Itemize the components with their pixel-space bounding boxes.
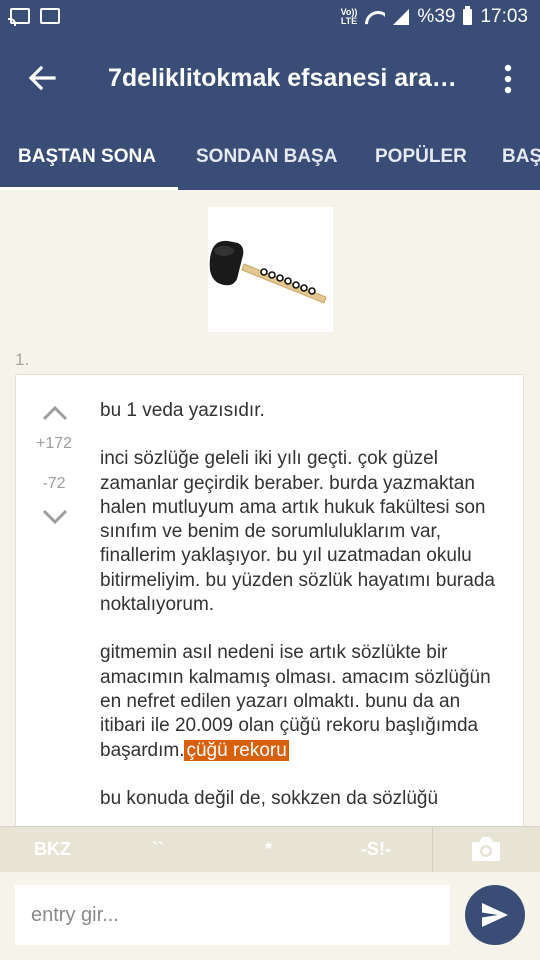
spoiler-button[interactable]: -S!- — [361, 839, 391, 860]
battery-icon — [463, 6, 473, 25]
tab-bas[interactable]: BAŞ — [502, 146, 540, 168]
hammer-icon — [209, 240, 327, 304]
more-options-icon[interactable] — [496, 62, 520, 96]
topic-title: 7deliklitokmak efsanesi araştırması — [108, 64, 468, 92]
entry-paragraph: inci sözlüğe geleli iki yılı geçti. çok … — [100, 448, 495, 616]
upvote-count: +172 — [35, 435, 73, 452]
entry-body: bu 1 veda yazısıdır. inci sözlüğe geleli… — [100, 399, 500, 833]
send-button[interactable] — [465, 885, 525, 945]
backtick-button[interactable]: `` — [152, 839, 164, 860]
entry-number: 1. — [15, 350, 30, 369]
downvote-chevron-icon[interactable] — [42, 509, 68, 525]
topic-image[interactable] — [208, 207, 333, 332]
entry-paragraph: bu 1 veda yazısıdır. — [100, 400, 265, 421]
battery-percent: %39 — [417, 6, 456, 27]
formatting-toolbar: BKZ `` * -S!- — [0, 826, 540, 873]
send-icon — [482, 903, 508, 927]
entry-input[interactable] — [15, 885, 450, 945]
bkz-button[interactable]: BKZ — [34, 839, 71, 860]
entry-paragraph-text: gitmemin asıl nedeni ise artık sözlükte … — [100, 642, 491, 761]
entry-input-bar — [0, 872, 540, 960]
volte-line-2: LTE — [340, 16, 358, 26]
active-tab-indicator — [0, 187, 178, 190]
app-bar: 7deliklitokmak efsanesi araştırması — [0, 36, 540, 122]
asterisk-button[interactable]: * — [265, 839, 272, 860]
back-arrow-icon[interactable] — [26, 62, 58, 94]
entry-paragraph: gitmemin asıl nedeni ise artık sözlükte … — [100, 641, 500, 762]
entry-paragraph-cutoff: bu konuda değil de, sokkzen da sözlüğü — [100, 787, 439, 809]
bkz-link-cugu-rekoru[interactable]: çüğü rekoru — [184, 739, 289, 761]
tab-sondan-basa[interactable]: SONDAN BAŞA — [196, 146, 337, 168]
clock: 17:03 — [480, 6, 528, 27]
volte-indicator: Vo)) LTE — [341, 8, 358, 26]
toolbar-divider — [432, 827, 433, 873]
screen-mirror-icon — [40, 8, 60, 24]
signal-icon — [393, 9, 410, 25]
screen-cast-icon — [8, 8, 30, 26]
downvote-count: -72 — [42, 475, 66, 492]
status-bar-right: Vo)) LTE %39 17:03 — [341, 6, 528, 28]
wifi-icon — [365, 9, 385, 25]
camera-icon[interactable] — [470, 835, 502, 863]
entry-card: +172 -72 bu 1 veda yazısıdır. inci sözlü… — [15, 374, 524, 834]
status-bar-left — [8, 8, 60, 26]
sort-tabs: BAŞTAN SONA SONDAN BAŞA POPÜLER BAŞ — [0, 122, 540, 190]
tab-bastan-sona[interactable]: BAŞTAN SONA — [18, 146, 156, 168]
tab-populer[interactable]: POPÜLER — [375, 146, 467, 168]
status-bar: Vo)) LTE %39 17:03 — [0, 0, 540, 36]
upvote-chevron-icon[interactable] — [42, 405, 68, 421]
